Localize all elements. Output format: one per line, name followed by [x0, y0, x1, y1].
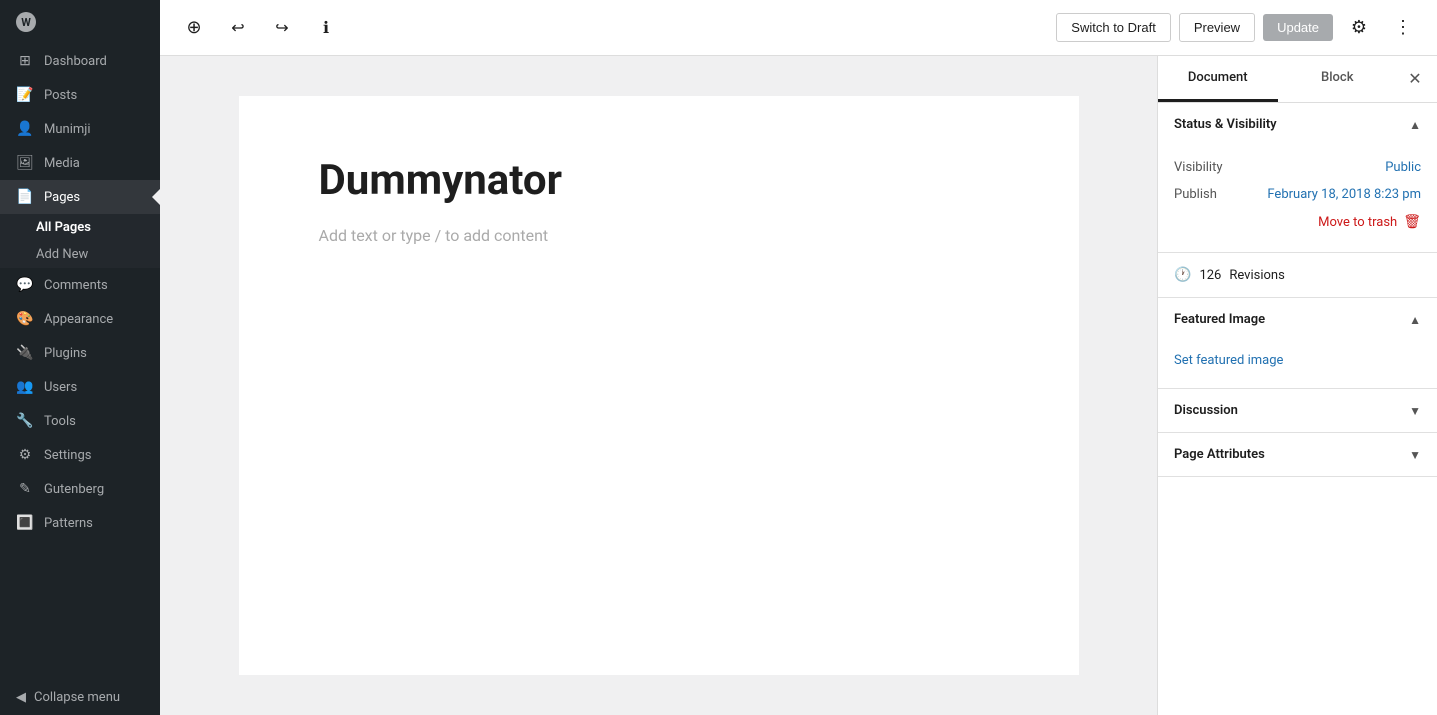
- info-icon: ℹ: [323, 18, 329, 38]
- wordpress-icon: W: [16, 12, 36, 32]
- settings-icon: ⚙: [16, 446, 34, 464]
- featured-image-header[interactable]: Featured Image ▲: [1158, 298, 1437, 341]
- discussion-chevron-icon: ▼: [1409, 404, 1421, 418]
- panel-tabs: Document Block ✕: [1158, 56, 1437, 103]
- sidebar-item-all-pages[interactable]: All Pages: [0, 214, 160, 241]
- preview-button[interactable]: Preview: [1179, 13, 1255, 42]
- sidebar-item-settings[interactable]: ⚙ Settings: [0, 438, 160, 472]
- move-to-trash-button[interactable]: Move to trash: [1318, 215, 1397, 230]
- sidebar-item-tools[interactable]: 🔧 Tools: [0, 404, 160, 438]
- undo-icon: ↩: [231, 18, 244, 38]
- redo-button[interactable]: ↪: [264, 10, 300, 46]
- sidebar-item-plugins[interactable]: 🔌 Plugins: [0, 336, 160, 370]
- tools-icon: 🔧: [16, 412, 34, 430]
- sidebar-item-appearance[interactable]: 🎨 Appearance: [0, 302, 160, 336]
- pages-icon: 📄: [16, 188, 34, 206]
- visibility-row: Visibility Public: [1174, 154, 1421, 181]
- add-block-button[interactable]: ⊕: [176, 10, 212, 46]
- collapse-menu-button[interactable]: ◀ Collapse menu: [0, 680, 160, 715]
- add-icon: ⊕: [186, 17, 201, 38]
- comments-icon: 💬: [16, 276, 34, 294]
- trash-icon: 🗑: [1403, 214, 1421, 230]
- status-visibility-body: Visibility Public Publish February 18, 2…: [1158, 146, 1437, 252]
- sidebar-item-add-new[interactable]: Add New: [0, 241, 160, 268]
- sidebar-item-pages[interactable]: 📄 Pages: [0, 180, 160, 214]
- page-attributes-header[interactable]: Page Attributes ▼: [1158, 433, 1437, 476]
- tab-block[interactable]: Block: [1278, 56, 1398, 102]
- munimji-icon: 👤: [16, 120, 34, 138]
- redo-icon: ↪: [275, 18, 288, 38]
- publish-value[interactable]: February 18, 2018 8:23 pm: [1267, 187, 1421, 202]
- sidebar-logo: W: [0, 0, 160, 44]
- gear-icon: ⚙: [1351, 17, 1367, 38]
- collapse-icon: ◀: [16, 690, 26, 705]
- page-attributes-section: Page Attributes ▼: [1158, 433, 1437, 477]
- settings-panel-button[interactable]: ⚙: [1341, 10, 1377, 46]
- discussion-section: Discussion ▼: [1158, 389, 1437, 433]
- featured-image-section: Featured Image ▲ Set featured image: [1158, 298, 1437, 389]
- status-visibility-section: Status & Visibility ▲ Visibility Public …: [1158, 103, 1437, 253]
- visibility-value[interactable]: Public: [1385, 160, 1421, 175]
- move-trash-row: Move to trash 🗑: [1174, 208, 1421, 236]
- editor-placeholder[interactable]: Add text or type / to add content: [319, 226, 999, 245]
- publish-row: Publish February 18, 2018 8:23 pm: [1174, 181, 1421, 208]
- right-panel: Document Block ✕ Status & Visibility ▲ V…: [1157, 56, 1437, 715]
- discussion-header[interactable]: Discussion ▼: [1158, 389, 1437, 432]
- featured-image-body: Set featured image: [1158, 341, 1437, 388]
- pages-arrow: [152, 189, 160, 205]
- sidebar: W ⊞ Dashboard 📝 Posts 👤 Munimji 🖼 Media …: [0, 0, 160, 715]
- undo-button[interactable]: ↩: [220, 10, 256, 46]
- appearance-icon: 🎨: [16, 310, 34, 328]
- revisions-count: 126: [1199, 268, 1221, 283]
- switch-to-draft-button[interactable]: Switch to Draft: [1056, 13, 1171, 42]
- revisions-row[interactable]: 🕐 126 Revisions: [1158, 253, 1437, 298]
- sidebar-item-users[interactable]: 👥 Users: [0, 370, 160, 404]
- pages-submenu: All Pages Add New: [0, 214, 160, 268]
- posts-icon: 📝: [16, 86, 34, 104]
- panel-close-button[interactable]: ✕: [1397, 61, 1433, 97]
- sidebar-item-dashboard[interactable]: ⊞ Dashboard: [0, 44, 160, 78]
- gutenberg-icon: ✎: [16, 480, 34, 498]
- revisions-label: Revisions: [1229, 268, 1284, 283]
- editor-inner: Dummynator Add text or type / to add con…: [239, 96, 1079, 675]
- ellipsis-icon: ⋮: [1394, 17, 1412, 38]
- plugins-icon: 🔌: [16, 344, 34, 362]
- sidebar-item-munimji[interactable]: 👤 Munimji: [0, 112, 160, 146]
- revisions-clock-icon: 🕐: [1174, 267, 1191, 283]
- sidebar-item-comments[interactable]: 💬 Comments: [0, 268, 160, 302]
- header-right: Switch to Draft Preview Update ⚙ ⋮: [1056, 10, 1421, 46]
- editor-content[interactable]: Dummynator Add text or type / to add con…: [160, 56, 1157, 715]
- dashboard-icon: ⊞: [16, 52, 34, 70]
- more-options-button[interactable]: ⋮: [1385, 10, 1421, 46]
- sidebar-item-gutenberg[interactable]: ✎ Gutenberg: [0, 472, 160, 506]
- sidebar-item-posts[interactable]: 📝 Posts: [0, 78, 160, 112]
- main-area: ⊕ ↩ ↪ ℹ Switch to Draft Preview Update ⚙…: [160, 0, 1437, 715]
- tab-document[interactable]: Document: [1158, 56, 1278, 102]
- media-icon: 🖼: [16, 154, 34, 172]
- status-visibility-header[interactable]: Status & Visibility ▲: [1158, 103, 1437, 146]
- update-button[interactable]: Update: [1263, 14, 1333, 41]
- users-icon: 👥: [16, 378, 34, 396]
- page-title[interactable]: Dummynator: [319, 156, 999, 206]
- sidebar-item-patterns[interactable]: 🔳 Patterns: [0, 506, 160, 540]
- info-button[interactable]: ℹ: [308, 10, 344, 46]
- top-toolbar: ⊕ ↩ ↪ ℹ Switch to Draft Preview Update ⚙…: [160, 0, 1437, 56]
- featured-image-chevron-icon: ▲: [1409, 313, 1421, 327]
- status-chevron-icon: ▲: [1409, 118, 1421, 132]
- editor-container: Dummynator Add text or type / to add con…: [160, 56, 1437, 715]
- sidebar-item-media[interactable]: 🖼 Media: [0, 146, 160, 180]
- set-featured-image-button[interactable]: Set featured image: [1174, 349, 1421, 372]
- page-attributes-chevron-icon: ▼: [1409, 448, 1421, 462]
- patterns-icon: 🔳: [16, 514, 34, 532]
